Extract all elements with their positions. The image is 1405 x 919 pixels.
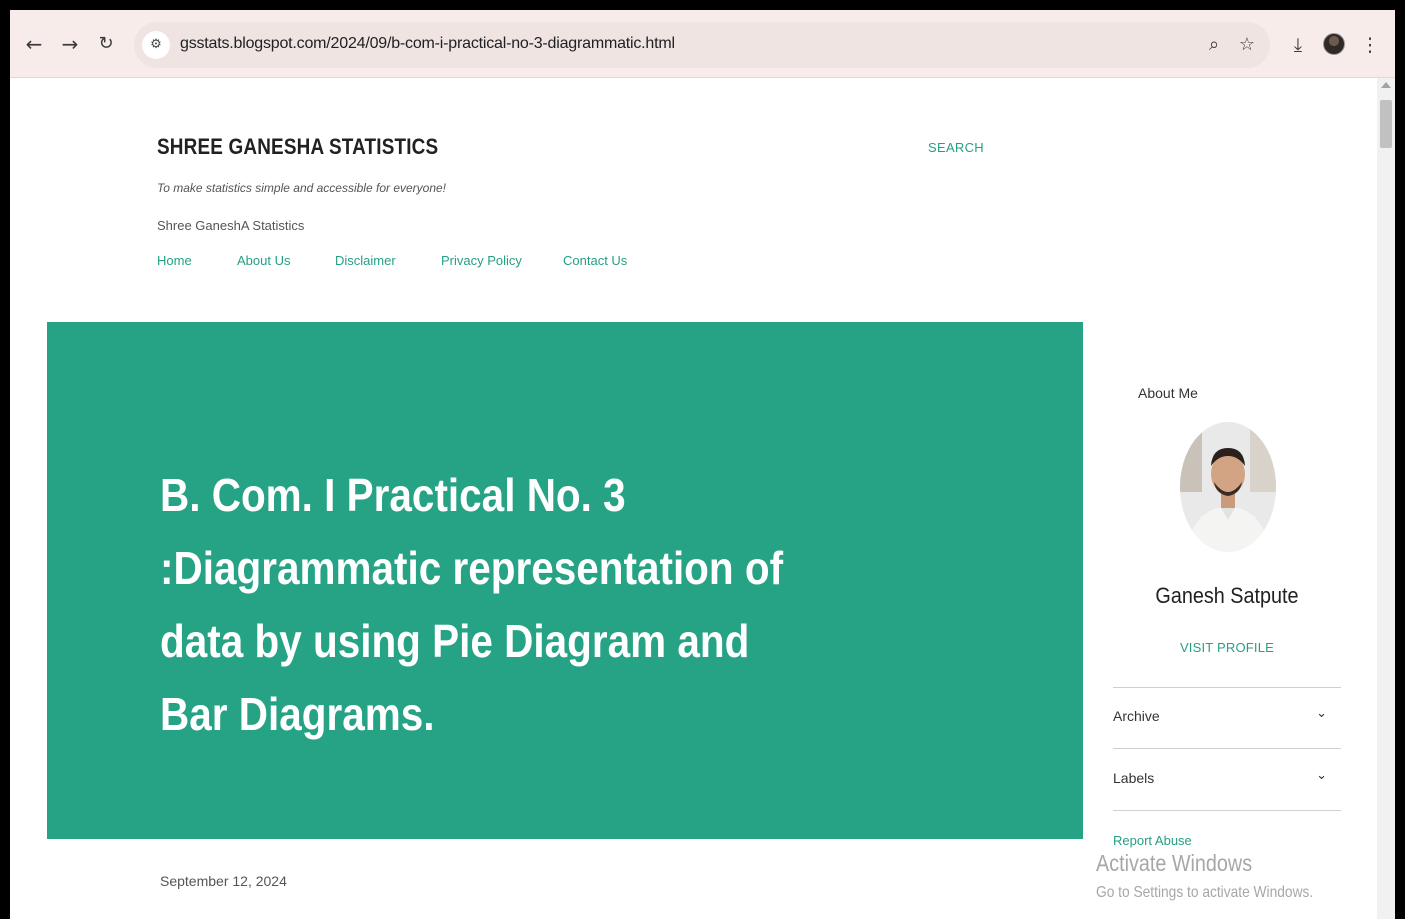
profile-photo[interactable] — [1180, 422, 1276, 552]
activate-windows-subtitle: Go to Settings to activate Windows. — [1096, 884, 1314, 901]
visit-profile-link[interactable]: VISIT PROFILE — [1113, 640, 1341, 655]
kebab-menu-icon[interactable]: ⋮ — [1357, 32, 1383, 58]
nav-disclaimer[interactable]: Disclaimer — [335, 253, 396, 268]
nav-privacy-policy[interactable]: Privacy Policy — [441, 253, 522, 268]
activate-windows-title: Activate Windows — [1096, 850, 1253, 876]
report-abuse-link[interactable]: Report Abuse — [1113, 833, 1192, 848]
chevron-down-icon[interactable]: ⌄ — [1316, 706, 1327, 721]
archive-widget[interactable]: Archive ⌄ — [1113, 704, 1341, 734]
archive-label: Archive — [1113, 708, 1160, 724]
blog-brand: Shree GaneshA Statistics — [157, 218, 305, 233]
download-icon[interactable]: ⤓ — [1285, 32, 1311, 58]
search-link[interactable]: SEARCH — [928, 140, 984, 155]
blog-title[interactable]: SHREE GANESHA STATISTICS — [157, 134, 438, 160]
page-scrollbar[interactable] — [1377, 78, 1395, 919]
sidebar-divider — [1113, 810, 1341, 811]
post-title: B. Com. I Practical No. 3 :Diagrammatic … — [160, 469, 784, 740]
post-hero-banner: B. Com. I Practical No. 3 :Diagrammatic … — [47, 322, 1083, 839]
scroll-thumb[interactable] — [1380, 100, 1392, 148]
forward-arrow-icon[interactable]: → — [58, 32, 82, 56]
url-text[interactable]: gsstats.blogspot.com/2024/09/b-com-i-pra… — [180, 35, 675, 53]
site-info-icon[interactable]: ⚙ — [142, 31, 170, 59]
reload-icon[interactable]: ↻ — [94, 32, 118, 56]
labels-label: Labels — [1113, 770, 1155, 786]
nav-home[interactable]: Home — [157, 253, 192, 268]
nav-about-us[interactable]: About Us — [237, 253, 290, 268]
address-bar[interactable]: ⚙ gsstats.blogspot.com/2024/09/b-com-i-p… — [134, 22, 1270, 68]
post-date: September 12, 2024 — [160, 873, 287, 889]
browser-window: ← → ↻ ⚙ gsstats.blogspot.com/2024/09/b-c… — [10, 10, 1395, 919]
sidebar-divider — [1113, 748, 1341, 749]
nav-contact-us[interactable]: Contact Us — [563, 253, 627, 268]
sidebar-divider — [1113, 687, 1341, 688]
profile-name: Ganesh Satpute — [1155, 583, 1299, 608]
bookmark-star-icon[interactable]: ☆ — [1234, 32, 1260, 58]
blog-page: SHREE GANESHA STATISTICS SEARCH To make … — [10, 78, 1377, 919]
profile-avatar-icon[interactable] — [1323, 33, 1345, 55]
browser-toolbar: ← → ↻ ⚙ gsstats.blogspot.com/2024/09/b-c… — [10, 10, 1395, 78]
labels-widget[interactable]: Labels ⌄ — [1113, 766, 1341, 796]
chevron-down-icon[interactable]: ⌄ — [1316, 768, 1327, 783]
back-arrow-icon[interactable]: ← — [22, 32, 46, 56]
zoom-icon[interactable]: ⌕ — [1201, 32, 1227, 58]
about-me-heading: About Me — [1138, 385, 1198, 401]
scroll-up-arrow-icon[interactable] — [1381, 82, 1391, 88]
blog-tagline: To make statistics simple and accessible… — [157, 181, 447, 195]
